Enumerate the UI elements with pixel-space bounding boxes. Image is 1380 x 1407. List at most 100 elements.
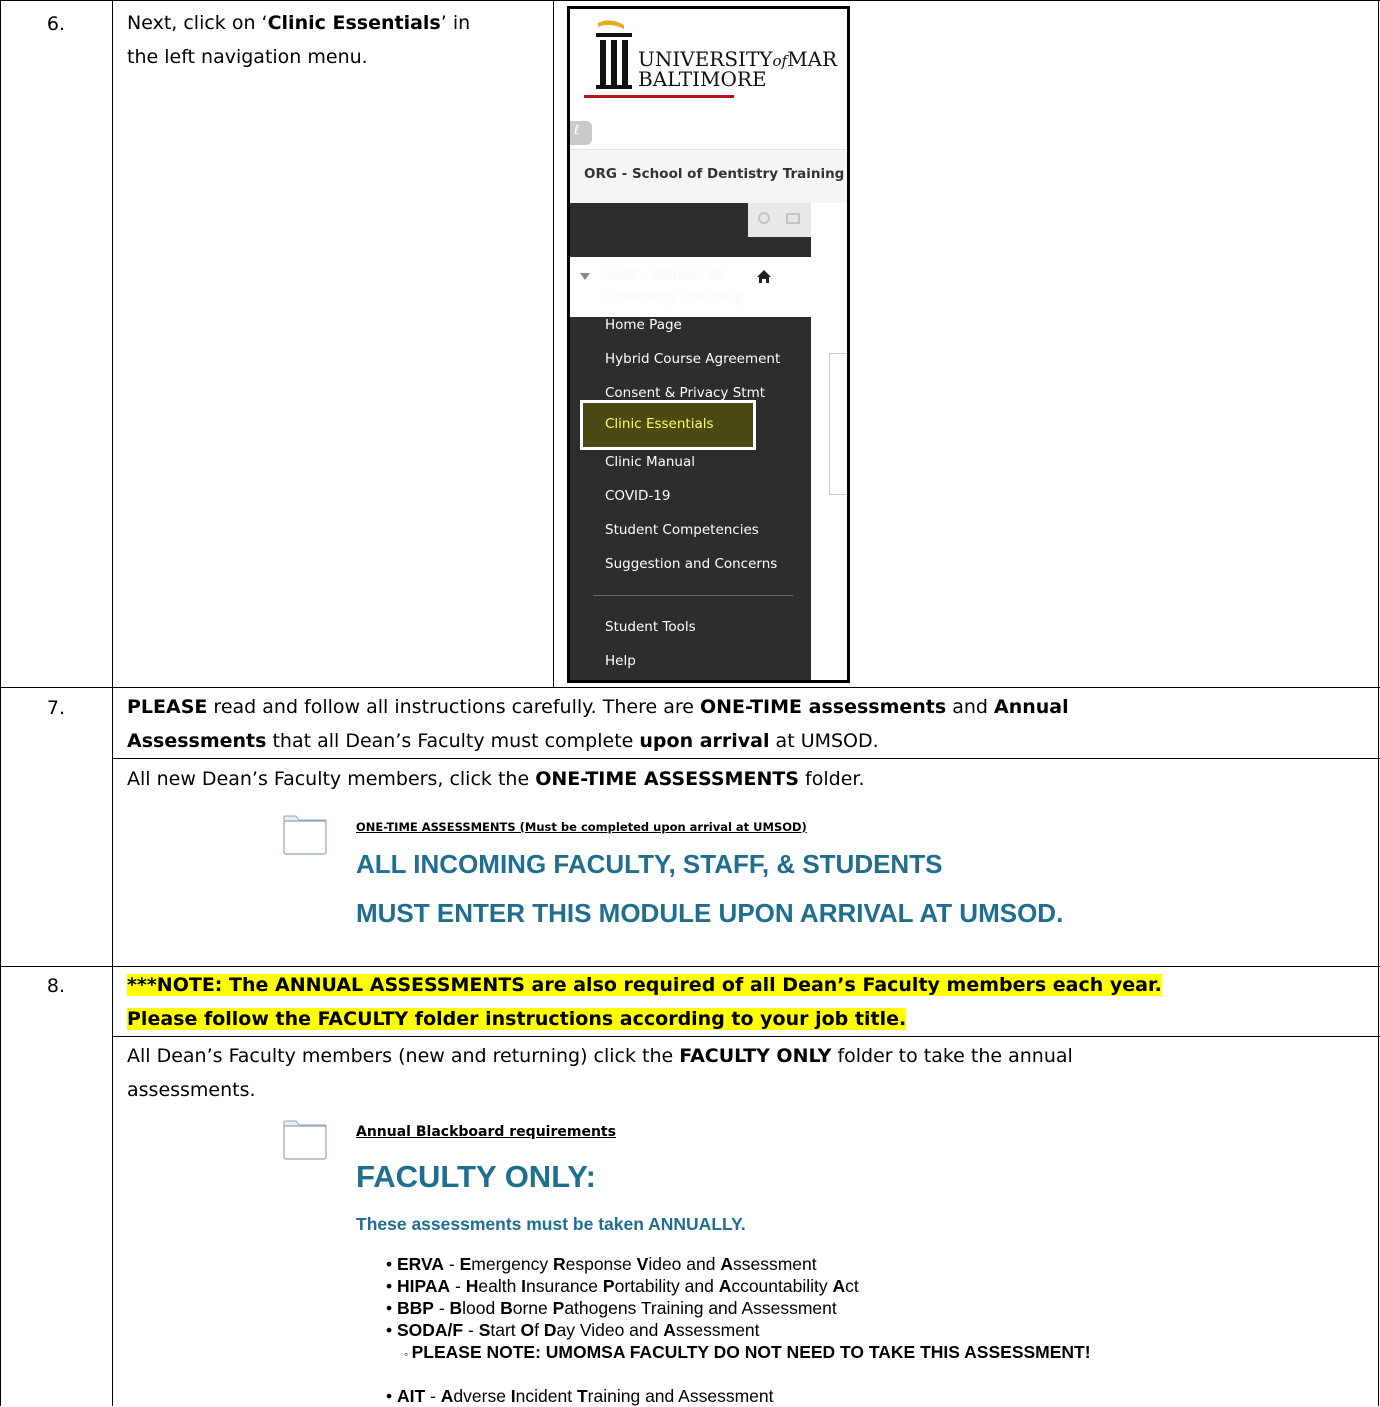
table-border-top: [0, 0, 1380, 1]
collapse-triangle-icon[interactable]: [580, 273, 590, 280]
assessment-word: ealth: [478, 1276, 522, 1296]
assessment-word: nsurance: [526, 1276, 603, 1296]
assessment-word: athogens Training and Assessment: [564, 1298, 837, 1318]
row8-instruction: All Dean’s Faculty members (new and retu…: [127, 1039, 1372, 1107]
assessment-word: ssessment: [732, 1254, 817, 1274]
row7-line1-text: read and follow all instructions careful…: [207, 696, 700, 718]
row6-instruction-prefix: Next, click on ‘: [127, 12, 268, 34]
menu-divider: [593, 595, 793, 596]
refresh-icon[interactable]: [758, 212, 770, 224]
bullet-icon: •: [386, 1276, 397, 1296]
assessment-initial: T: [576, 1386, 588, 1406]
logo-red-bar: [584, 95, 734, 98]
row6-instruction-suffix: ’ in: [440, 12, 471, 34]
assessment-sub-note: ◦ PLEASE NOTE: UMOMSA FACULTY DO NOT NEE…: [404, 1342, 1091, 1363]
menu-item-home-page[interactable]: Home Page: [605, 317, 682, 333]
assessment-word: tart: [490, 1320, 521, 1340]
assessment-separator: -: [433, 1298, 450, 1318]
course-title-bar: ORG - School of Dentistry Training: [570, 149, 847, 205]
assessment-initial: S: [478, 1320, 491, 1340]
menu-item-covid-19[interactable]: COVID-19: [605, 488, 670, 504]
course-menu-title-2: Dentistry Training: [605, 289, 743, 305]
assessment-abbr: AIT: [397, 1386, 426, 1406]
one-time-heading-2: MUST ENTER THIS MODULE UPON ARRIVAL AT U…: [356, 898, 1064, 928]
row6-instruction-bold: Clinic Essentials: [267, 12, 441, 34]
university-state-partial: MAR: [787, 47, 838, 71]
navigation-screenshot: UNIVERSITYofMAR BALTIMORE ℓ ORG - School…: [567, 6, 850, 683]
assessment-initial: O: [520, 1320, 535, 1340]
row7-please: PLEASE: [127, 696, 208, 718]
assessment-abbr: BBP: [397, 1298, 434, 1318]
table-border-right: [1378, 0, 1379, 1406]
row7-bottom: [0, 966, 1380, 967]
table-col-divider: [112, 0, 113, 1406]
row6-instruction-line2: the left navigation menu.: [127, 46, 368, 68]
assessment-word: lood: [462, 1298, 501, 1318]
assessment-word: f: [534, 1320, 544, 1340]
menu-item-hybrid-course-agreement[interactable]: Hybrid Course Agreement: [605, 351, 780, 367]
assessment-initial: B: [500, 1298, 513, 1318]
university-city: BALTIMORE: [638, 67, 767, 91]
folder-view-icon[interactable]: [786, 213, 800, 224]
assessment-item: • ERVA - Emergency Response Video and As…: [386, 1254, 817, 1275]
row8-note: ***NOTE: The ANNUAL ASSESSMENTS are also…: [127, 968, 1372, 1036]
row6-bottom: [0, 687, 1380, 688]
row6-instruction: Next, click on ‘Clinic Essentials’ in th…: [127, 6, 547, 74]
row7-inner-divider: [112, 758, 1380, 759]
one-time-heading-1: ALL INCOMING FACULTY, STAFF, & STUDENTS: [356, 849, 943, 879]
menu-item-clinic-manual[interactable]: Clinic Manual: [605, 454, 695, 470]
course-menu-header[interactable]: ORG - School of Dentistry Training: [570, 257, 811, 317]
assessment-item: • HIPAA - Health Insurance Portability a…: [386, 1276, 859, 1297]
folder-icon-annual[interactable]: [283, 1120, 327, 1160]
assessment-initial: A: [440, 1386, 454, 1406]
assessment-separator: -: [450, 1276, 466, 1296]
row7-and: and: [946, 696, 994, 718]
row7-assessments: Assessments: [127, 730, 267, 752]
assessment-word: ct: [845, 1276, 859, 1296]
assessment-word: esponse: [565, 1254, 637, 1274]
assessment-word: raining and Assessment: [587, 1386, 774, 1406]
row7-line3-text: All new Dean’s Faculty members, click th…: [127, 768, 536, 790]
row6-number: 6.: [46, 13, 66, 35]
assessment-abbr: HIPAA: [397, 1276, 451, 1296]
menu-item-suggestion-concerns[interactable]: Suggestion and Concerns: [605, 556, 777, 572]
row8-note-line1: ***NOTE: The ANNUAL ASSESSMENTS are also…: [127, 974, 1162, 996]
assessment-initial: V: [636, 1254, 649, 1274]
assessment-abbr: ERVA: [397, 1254, 445, 1274]
row7-folder-word: folder.: [799, 768, 865, 790]
assessment-word: ccountability: [731, 1276, 833, 1296]
row7-one-time-bold: ONE-TIME ASSESSMENTS: [535, 768, 799, 790]
menu-item-student-tools[interactable]: Student Tools: [605, 619, 696, 635]
university-header: UNIVERSITYofMAR BALTIMORE ℓ: [570, 9, 847, 149]
assessment-separator: -: [444, 1254, 460, 1274]
row8-line3-text: All Dean’s Faculty members (new and retu…: [127, 1045, 680, 1067]
menu-item-clinic-essentials[interactable]: Clinic Essentials: [580, 400, 756, 450]
row7-instruction: All new Dean’s Faculty members, click th…: [127, 762, 1372, 796]
menu-item-student-competencies[interactable]: Student Competencies: [605, 522, 759, 538]
menu-toolbar: [748, 203, 811, 237]
assessment-initial: A: [718, 1276, 732, 1296]
assessment-word: ay Video and: [556, 1320, 664, 1340]
assessment-initial: E: [459, 1254, 472, 1274]
assessment-initial: A: [832, 1276, 846, 1296]
home-icon[interactable]: [756, 269, 772, 284]
university-of: of: [772, 52, 788, 70]
row8-line3-suffix: folder to take the annual: [831, 1045, 1073, 1067]
row7-line2-text: that all Dean’s Faculty must complete: [266, 730, 640, 752]
annual-blackboard-link[interactable]: Annual Blackboard requirements: [356, 1124, 616, 1140]
row8-line4: assessments.: [127, 1079, 256, 1101]
one-time-assessments-link[interactable]: ONE-TIME ASSESSMENTS (Must be completed …: [356, 820, 807, 834]
faculty-only-heading: FACULTY ONLY:: [356, 1159, 596, 1194]
row8-number: 8.: [46, 975, 66, 997]
menu-item-consent-privacy[interactable]: Consent & Privacy Stmt: [605, 385, 765, 401]
row8-inner-divider: [112, 1036, 1380, 1037]
row8-note-line2: Please follow the FACULTY folder instruc…: [127, 1008, 907, 1030]
folder-icon[interactable]: [283, 815, 327, 855]
link-icon[interactable]: ℓ: [570, 121, 592, 145]
assessment-separator: -: [425, 1386, 441, 1406]
menu-item-help[interactable]: Help: [605, 653, 636, 669]
annual-subheading: These assessments must be taken ANNUALLY…: [356, 1214, 746, 1234]
assessment-item: • SODA/F - Start Of Day Video and Assess…: [386, 1320, 760, 1341]
assessment-initial: P: [602, 1276, 615, 1296]
sub-bullet-icon: ◦: [404, 1347, 412, 1361]
